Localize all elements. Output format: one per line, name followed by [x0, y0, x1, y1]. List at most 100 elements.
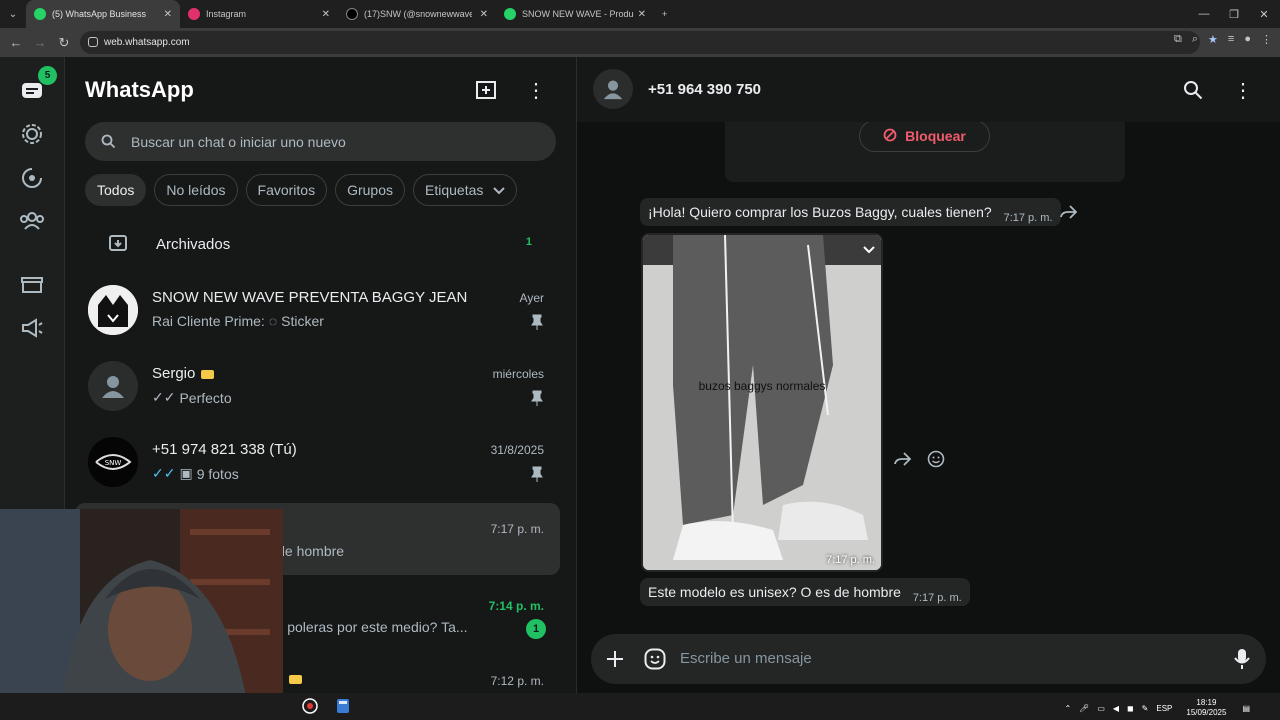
browser-toolbar: ← → ↻ web.whatsapp.com ⧉ ⌕ ★ ≡ ● ⋮	[0, 28, 1280, 57]
chats-unread-badge: 5	[38, 66, 57, 85]
menu-icon[interactable]: ⋮	[521, 77, 551, 103]
filter-no-leidos[interactable]: No leídos	[154, 174, 238, 206]
reload-icon[interactable]: ↻	[52, 31, 76, 55]
tab-snow-new-wave[interactable]: SNOW NEW WAVE - Productos ✕	[496, 0, 654, 28]
tray-network-icon[interactable]: ▭	[1097, 704, 1105, 713]
image-message[interactable]: buzos baggys normales 7:17 p. m.	[641, 233, 883, 572]
forward-icon[interactable]	[892, 448, 914, 470]
tab-whatsapp[interactable]: (5) WhatsApp Business ✕	[26, 0, 180, 28]
incoming-message[interactable]: Este modelo es unisex? O es de hombre 7:…	[640, 578, 970, 606]
site-info-icon[interactable]	[88, 37, 98, 47]
tray-app-icon[interactable]: ◼︎	[1127, 704, 1134, 713]
tab-instagram[interactable]: Instagram ✕	[180, 0, 338, 28]
bookmark-star-icon[interactable]: ★	[1208, 33, 1218, 46]
search-input[interactable]: Buscar un chat o iniciar uno nuevo	[85, 122, 556, 161]
close-icon[interactable]: ✕	[164, 9, 172, 20]
block-card: Bloquear	[725, 122, 1125, 182]
double-check-icon: ✓✓	[152, 389, 176, 405]
forward-icon[interactable]: →	[28, 31, 52, 55]
restore-icon[interactable]: ❐	[1218, 0, 1250, 28]
tray-pen-icon[interactable]: ✎	[1142, 704, 1149, 713]
contact-title[interactable]: +51 964 390 750	[648, 81, 761, 98]
chat-row[interactable]: SNOW NEW WAVE PREVENTA BAGGY JEAN Rai Cl…	[75, 274, 560, 346]
message-image[interactable]: buzos baggys normales 7:17 p. m.	[643, 235, 881, 570]
notifications-icon[interactable]: ▤	[1242, 704, 1250, 713]
double-check-icon: ✓✓	[152, 465, 176, 481]
block-button[interactable]: Bloquear	[859, 122, 990, 152]
taskbar: ⌃ 🎤︎ ▭ ◀︎ ◼︎ ✎ ESP 18:19 15/09/2025 ▤	[0, 693, 1280, 720]
avatar	[88, 285, 138, 335]
webcam-overlay	[0, 509, 283, 720]
new-chat-icon[interactable]	[471, 77, 501, 103]
unread-badge: 1	[526, 619, 546, 639]
avatar[interactable]	[593, 69, 633, 109]
search-icon[interactable]	[1180, 77, 1206, 103]
microphone-icon[interactable]	[1230, 647, 1254, 671]
new-tab-button[interactable]: +	[654, 0, 678, 28]
install-app-icon[interactable]: ⧉	[1174, 33, 1182, 46]
close-icon[interactable]: ✕	[322, 9, 330, 20]
label-tag-icon	[289, 675, 302, 684]
label-tag-icon	[201, 369, 215, 379]
channels-icon[interactable]	[16, 162, 48, 194]
attach-plus-icon[interactable]	[603, 647, 627, 671]
communities-icon[interactable]	[16, 205, 48, 237]
status-icon[interactable]	[16, 118, 48, 150]
minimize-icon[interactable]: —	[1188, 0, 1220, 28]
menu-icon[interactable]: ⋮	[1230, 77, 1256, 103]
sticker-emoji-icon[interactable]	[643, 647, 667, 671]
conversation-panel: +51 964 390 750 ⋮ Bloquear ¡Hola! Quiero…	[577, 57, 1280, 693]
close-window-icon[interactable]: ✕	[1248, 0, 1280, 28]
message-composer: Escribe un mensaje	[577, 630, 1280, 693]
archive-icon	[108, 233, 128, 258]
archived-count: 1	[525, 236, 532, 248]
calculator-icon[interactable]	[336, 698, 350, 719]
emoji-react-icon[interactable]	[925, 448, 947, 470]
menu-icon[interactable]: ⋮	[1261, 33, 1272, 46]
sticker-icon: ◌	[268, 313, 278, 329]
tray-mic-icon[interactable]: 🎤︎	[1079, 704, 1089, 713]
close-icon[interactable]: ✕	[638, 9, 646, 20]
language-indicator[interactable]: ESP	[1156, 704, 1172, 713]
avatar: SNW	[88, 437, 138, 487]
address-bar[interactable]: web.whatsapp.com	[80, 31, 1200, 54]
app-icon[interactable]	[302, 698, 318, 719]
forward-icon[interactable]	[1058, 201, 1080, 223]
tray-chevron-icon[interactable]: ⌃	[1064, 704, 1071, 713]
chat-row[interactable]: Sergio ✓✓ Perfecto miércoles	[75, 350, 560, 422]
block-icon	[883, 128, 897, 145]
catalog-icon[interactable]	[16, 268, 48, 300]
search-icon	[101, 134, 116, 152]
photo-icon: ▣	[179, 465, 193, 481]
zoom-icon[interactable]: ⌕	[1192, 33, 1198, 46]
browser-tab-bar: ⌄ (5) WhatsApp Business ✕ Instagram ✕ (1…	[0, 0, 1280, 28]
pin-icon	[530, 390, 544, 411]
svg-text:SNW: SNW	[105, 459, 122, 467]
filter-grupos[interactable]: Grupos	[335, 174, 406, 206]
clock[interactable]: 18:19 15/09/2025	[1186, 698, 1226, 718]
filter-etiquetas[interactable]: Etiquetas	[413, 174, 518, 206]
filter-favoritos[interactable]: Favoritos	[245, 174, 328, 206]
system-tray: ⌃ 🎤︎ ▭ ◀︎ ◼︎ ✎ ESP 18:19 15/09/2025 ▤	[1064, 698, 1250, 718]
message-input[interactable]: Escribe un mensaje	[591, 634, 1266, 684]
whatsapp-favicon-icon	[34, 8, 46, 20]
archived-row[interactable]: Archivados 1	[65, 222, 576, 264]
tiktok-favicon-icon	[346, 8, 358, 20]
filter-todos[interactable]: Todos	[85, 174, 147, 206]
pin-icon	[530, 314, 544, 335]
chevron-down-icon[interactable]	[863, 241, 875, 259]
close-icon[interactable]: ✕	[480, 9, 488, 20]
incoming-message[interactable]: ¡Hola! Quiero comprar los Buzos Baggy, c…	[640, 198, 1061, 226]
tray-volume-icon[interactable]: ◀︎	[1113, 704, 1119, 713]
toolbar-icons: ⧉ ⌕ ★ ≡ ● ⋮	[1174, 33, 1272, 46]
conversation-header[interactable]: +51 964 390 750 ⋮	[577, 57, 1280, 122]
advertise-icon[interactable]	[16, 312, 48, 344]
instagram-favicon-icon	[188, 8, 200, 20]
tab-search-icon[interactable]: ⌄	[0, 0, 26, 28]
chat-filters: Todos No leídos Favoritos Grupos Etiquet…	[85, 174, 518, 206]
profile-icon[interactable]: ●	[1244, 33, 1251, 46]
tab-tiktok[interactable]: (17)SNW (@snownewwave) | Ti ✕	[338, 0, 496, 28]
chat-row[interactable]: SNW +51 974 821 338 (Tú) ✓✓ ▣ 9 fotos 31…	[75, 426, 560, 498]
reading-list-icon[interactable]: ≡	[1228, 33, 1234, 46]
back-icon[interactable]: ←	[4, 31, 28, 55]
